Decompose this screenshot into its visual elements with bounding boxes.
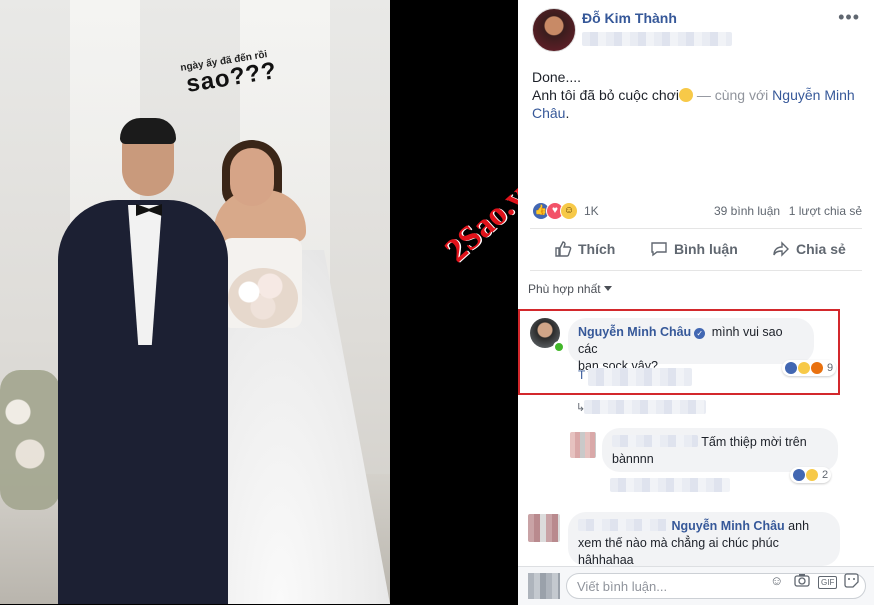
post-timestamp-blurred	[582, 32, 732, 46]
reply-initial[interactable]: T	[578, 368, 585, 382]
haha-reaction-icon[interactable]: ☺	[560, 202, 578, 220]
bride-face	[230, 148, 274, 206]
like-reaction-icon	[785, 362, 797, 374]
comment-composer: Viết bình luận... ☺ GIF	[518, 566, 874, 605]
comment-reaction-count: 2	[822, 469, 829, 481]
groom-hair	[120, 118, 176, 144]
reaction-count[interactable]: 1K	[584, 204, 599, 218]
camera-icon[interactable]	[794, 573, 810, 590]
share-label: Chia sẻ	[796, 241, 846, 257]
sticker-icon[interactable]	[844, 573, 859, 591]
like-button[interactable]: Thích	[554, 240, 615, 258]
divider	[530, 270, 862, 271]
share-button[interactable]: Chia sẻ	[772, 240, 846, 258]
comment-text-b: bànnnn	[612, 452, 654, 466]
emoji-icon[interactable]: ☺	[770, 573, 783, 588]
mention-link[interactable]: Nguyễn Minh Châu	[671, 519, 784, 533]
sort-label: Phù hợp nhất	[528, 282, 601, 296]
wow-reaction-icon	[806, 469, 818, 481]
flower-decoration	[0, 370, 60, 510]
post-line-2-text: Anh tôi đã bỏ cuộc chơi	[532, 87, 679, 103]
commenter-name[interactable]: Nguyễn Minh Châu	[578, 325, 691, 339]
post-actions: Thích Bình luận Chia sẻ	[518, 232, 874, 268]
like-reaction-icon	[793, 469, 805, 481]
comment-count[interactable]: 39 bình luận	[714, 204, 780, 218]
post-header: Đỗ Kim Thành •••	[518, 0, 874, 56]
comment-label: Bình luận	[674, 241, 738, 257]
post-line-2: Anh tôi đã bỏ cuộc chơi — cùng với Nguyễ…	[532, 86, 862, 122]
comment-text-b: xem thế nào mà chẳng ai chúc phúc	[578, 536, 779, 550]
with-prefix: — cùng với	[696, 87, 769, 103]
verified-badge-icon: ✓	[694, 328, 706, 339]
thumbs-up-icon	[555, 241, 572, 257]
comment-text-c: hâhhahaa	[578, 553, 634, 566]
comment-bubble: Nguyễn Minh Châu ✓ mình vui sao các bạn s…	[568, 318, 814, 373]
post-text: Done.... Anh tôi đã bỏ cuộc chơi — cùng …	[532, 68, 862, 122]
author-avatar[interactable]	[532, 8, 576, 52]
comment-text-a: Tấm thiệp mời trên	[701, 435, 807, 449]
caret-down-icon	[603, 286, 612, 291]
comment-text-a: anh	[788, 519, 810, 533]
divider	[530, 228, 862, 229]
share-count[interactable]: 1 lượt chia sẻ	[789, 204, 862, 218]
viewer-avatar	[528, 573, 560, 599]
reply-blurred	[588, 368, 692, 386]
share-arrow-icon	[773, 241, 789, 257]
photo-viewer: ngày ấy đã đến rồi sao??? 2Sao.vn	[0, 0, 548, 604]
post-line-1: Done....	[532, 69, 582, 85]
commenter-avatar[interactable]	[528, 514, 560, 542]
commenter-name-blurred[interactable]	[612, 435, 698, 447]
angry-reaction-icon	[811, 362, 823, 374]
pensive-emoji-icon	[678, 88, 693, 102]
replies-link-blurred[interactable]	[584, 400, 706, 414]
comment-bubble: Tấm thiệp mời trên bànnnn	[602, 428, 838, 472]
author-name[interactable]: Đỗ Kim Thành	[582, 10, 677, 26]
haha-reaction-icon	[798, 362, 810, 374]
comment-bubble: Nguyễn Minh Châu anh xem thế nào mà chẳn…	[568, 512, 840, 566]
comment-placeholder: Viết bình luận...	[577, 579, 668, 594]
comment-reaction-count: 9	[827, 362, 834, 374]
comment-sort-dropdown[interactable]: Phù hợp nhất	[528, 282, 612, 296]
like-label: Thích	[578, 241, 616, 257]
bouquet	[228, 268, 298, 328]
wedding-photo[interactable]: ngày ấy đã đến rồi sao???	[0, 0, 390, 604]
commenter-avatar[interactable]	[570, 432, 596, 458]
post-period: .	[565, 105, 570, 121]
post-panel: Đỗ Kim Thành ••• Done.... Anh tôi đã bỏ …	[518, 0, 874, 605]
reactions-bar: 👍 ♥ ☺ 1K 39 bình luận 1 lượt chia sẻ	[532, 200, 862, 222]
comment-reactions[interactable]: 2	[790, 467, 832, 483]
comment-button[interactable]: Bình luận	[650, 240, 738, 258]
gif-icon[interactable]: GIF	[818, 576, 838, 589]
comment-meta-blurred	[610, 478, 730, 492]
comment-reactions[interactable]: 9	[782, 360, 837, 376]
commenter-name-blurred[interactable]	[578, 519, 668, 531]
more-options-icon[interactable]: •••	[838, 8, 860, 26]
online-status-icon	[553, 341, 565, 353]
comment-bubble-icon	[651, 242, 667, 257]
